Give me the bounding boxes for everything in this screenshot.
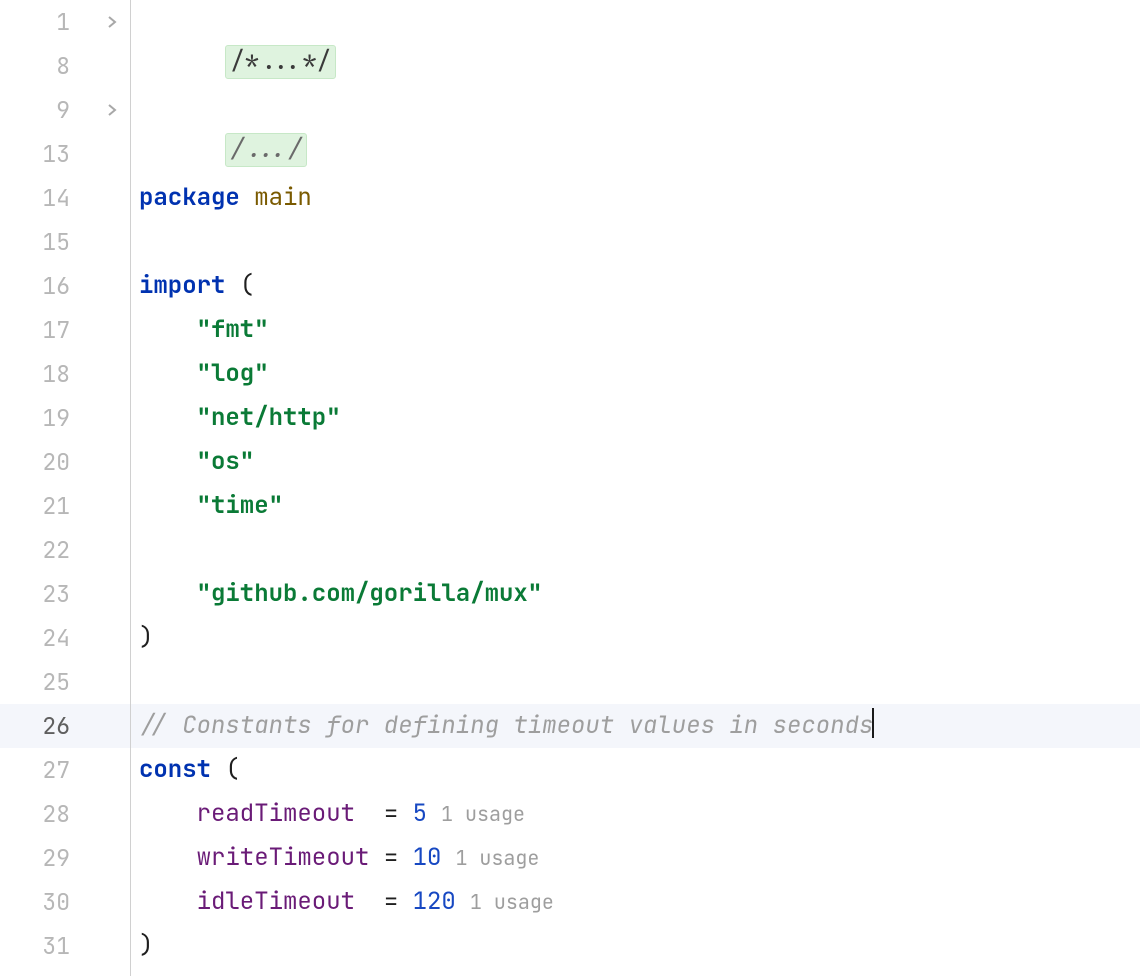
code-line[interactable]: "fmt": [131, 308, 1140, 352]
gutter-line[interactable]: 8: [0, 44, 130, 88]
paren-open: (: [240, 270, 254, 301]
import-path: "os": [197, 446, 255, 477]
gutter-line[interactable]: 9: [0, 88, 130, 132]
fold-toggle-icon[interactable]: [106, 0, 118, 44]
gutter-line[interactable]: 13: [0, 132, 130, 176]
const-name: idleTimeout: [197, 886, 355, 917]
keyword-package: package: [139, 182, 240, 213]
line-number: 23: [42, 572, 70, 616]
gutter-line[interactable]: 28: [0, 792, 130, 836]
line-number: 22: [42, 528, 70, 572]
keyword-import: import: [139, 270, 225, 301]
paren-close: ): [139, 622, 153, 653]
usage-hint[interactable]: 1 usage: [427, 801, 525, 827]
line-number: 9: [56, 88, 70, 132]
gutter-line[interactable]: 29: [0, 836, 130, 880]
import-path: "time": [197, 490, 283, 521]
code-line[interactable]: "os": [131, 440, 1140, 484]
code-line[interactable]: [131, 44, 1140, 88]
line-number: 13: [42, 132, 70, 176]
gutter-line[interactable]: 24: [0, 616, 130, 660]
gutter-line[interactable]: 19: [0, 396, 130, 440]
const-value: 5: [413, 798, 427, 829]
gutter-line[interactable]: 27: [0, 748, 130, 792]
code-line[interactable]: const (: [131, 748, 1140, 792]
code-line[interactable]: [131, 220, 1140, 264]
line-number: 28: [42, 792, 70, 836]
line-number: 20: [42, 440, 70, 484]
line-number: 14: [42, 176, 70, 220]
line-number: 1: [56, 0, 70, 44]
line-number: 16: [42, 264, 70, 308]
keyword-const: const: [139, 754, 211, 785]
code-line[interactable]: [131, 132, 1140, 176]
line-number: 30: [42, 880, 70, 924]
code-line[interactable]: ): [131, 616, 1140, 660]
gutter-line[interactable]: 31: [0, 924, 130, 968]
line-number: 17: [42, 308, 70, 352]
line-number: 19: [42, 396, 70, 440]
line-number: 29: [42, 836, 70, 880]
gutter: 1 8 9 13 14 15 16 17 18 19 20 21 22 23 2…: [0, 0, 131, 976]
line-number: 8: [56, 44, 70, 88]
code-line[interactable]: [131, 528, 1140, 572]
const-value: 10: [413, 842, 442, 873]
line-number: 15: [42, 220, 70, 264]
code-line[interactable]: "net/http": [131, 396, 1140, 440]
gutter-line[interactable]: 20: [0, 440, 130, 484]
gutter-line[interactable]: 23: [0, 572, 130, 616]
line-number: 24: [42, 616, 70, 660]
gutter-line[interactable]: 18: [0, 352, 130, 396]
import-path: "net/http": [197, 402, 341, 433]
line-number: 27: [42, 748, 70, 792]
code-line[interactable]: /.../: [131, 88, 1140, 132]
code-line[interactable]: package main: [131, 176, 1140, 220]
code-line[interactable]: readTimeout = 51 usage: [131, 792, 1140, 836]
import-path: "fmt": [197, 314, 269, 345]
gutter-line[interactable]: 26: [0, 704, 130, 748]
import-path: "log": [197, 358, 269, 389]
usage-hint[interactable]: 1 usage: [456, 889, 554, 915]
code-line[interactable]: writeTimeout = 101 usage: [131, 836, 1140, 880]
code-line[interactable]: "github.com/gorilla/mux": [131, 572, 1140, 616]
code-line[interactable]: /*...*/: [131, 0, 1140, 44]
const-value: 120: [413, 886, 456, 917]
gutter-line[interactable]: 16: [0, 264, 130, 308]
gutter-line[interactable]: 25: [0, 660, 130, 704]
gutter-line[interactable]: 1: [0, 0, 130, 44]
line-number: 18: [42, 352, 70, 396]
gutter-line[interactable]: 30: [0, 880, 130, 924]
usage-hint[interactable]: 1 usage: [441, 845, 539, 871]
line-number: 26: [42, 704, 70, 748]
package-name: main: [254, 182, 312, 213]
gutter-line[interactable]: 17: [0, 308, 130, 352]
line-number: 25: [42, 660, 70, 704]
line-number: 31: [42, 924, 70, 968]
code-line-current[interactable]: // Constants for defining timeout values…: [131, 704, 1140, 748]
const-name: writeTimeout: [197, 842, 370, 873]
const-name: readTimeout: [197, 798, 355, 829]
import-path: "github.com/gorilla/mux": [197, 578, 543, 609]
line-number: 21: [42, 484, 70, 528]
text-caret: [872, 708, 874, 738]
code-line[interactable]: import (: [131, 264, 1140, 308]
gutter-line[interactable]: 15: [0, 220, 130, 264]
code-line[interactable]: "log": [131, 352, 1140, 396]
comment: // Constants for defining timeout values…: [139, 710, 873, 741]
code-line[interactable]: ): [131, 924, 1140, 968]
code-area[interactable]: /*...*/ /.../ package main import ( "fmt…: [131, 0, 1140, 976]
code-line[interactable]: "time": [131, 484, 1140, 528]
paren-open: (: [225, 754, 239, 785]
fold-toggle-icon[interactable]: [106, 88, 118, 132]
gutter-line[interactable]: 14: [0, 176, 130, 220]
code-editor: 1 8 9 13 14 15 16 17 18 19 20 21 22 23 2…: [0, 0, 1140, 976]
code-line[interactable]: 💡: [131, 660, 1140, 704]
gutter-line[interactable]: 21: [0, 484, 130, 528]
paren-close: ): [139, 930, 153, 961]
gutter-line[interactable]: 22: [0, 528, 130, 572]
code-line[interactable]: idleTimeout = 1201 usage: [131, 880, 1140, 924]
